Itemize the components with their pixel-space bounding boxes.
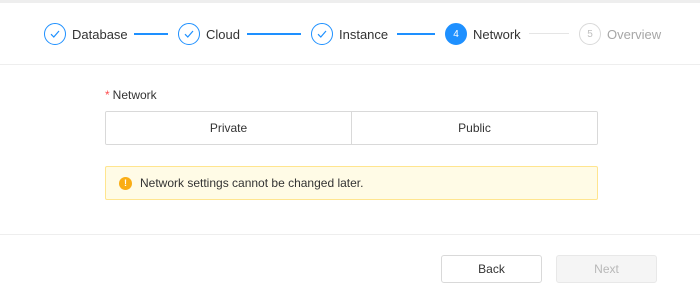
required-mark: * <box>105 88 110 102</box>
step-network[interactable]: 4 Network <box>445 22 521 46</box>
warning-icon: ! <box>119 176 132 190</box>
step-instance[interactable]: Instance <box>311 22 388 46</box>
next-button[interactable]: Next <box>556 255 657 283</box>
step-label: Database <box>72 26 128 42</box>
step-label: Overview <box>607 26 662 42</box>
check-icon <box>311 23 333 45</box>
step-cloud[interactable]: Cloud <box>178 22 240 46</box>
network-option-private[interactable]: Private <box>106 112 351 144</box>
top-border <box>0 0 700 3</box>
step-connector <box>247 33 301 35</box>
step-number: 5 <box>579 23 601 45</box>
network-label: Network <box>112 88 157 102</box>
divider <box>0 234 700 235</box>
step-label: Instance <box>339 26 389 42</box>
network-option-public[interactable]: Public <box>351 112 597 144</box>
step-connector <box>397 33 435 35</box>
network-selector: Private Public <box>105 111 598 145</box>
step-connector <box>134 33 168 35</box>
alert-message: Network settings cannot be changed later… <box>140 176 364 190</box>
divider <box>0 64 700 65</box>
step-number: 4 <box>445 23 467 45</box>
step-database[interactable]: Database <box>44 22 128 46</box>
warning-alert: ! Network settings cannot be changed lat… <box>105 166 598 200</box>
step-connector <box>529 33 569 34</box>
step-overview: 5 Overview <box>579 22 661 46</box>
back-button[interactable]: Back <box>441 255 542 283</box>
step-label: Cloud <box>206 26 240 42</box>
check-icon <box>44 23 66 45</box>
check-icon <box>178 23 200 45</box>
network-field-label: * Network <box>105 88 157 102</box>
step-label: Network <box>473 26 521 42</box>
